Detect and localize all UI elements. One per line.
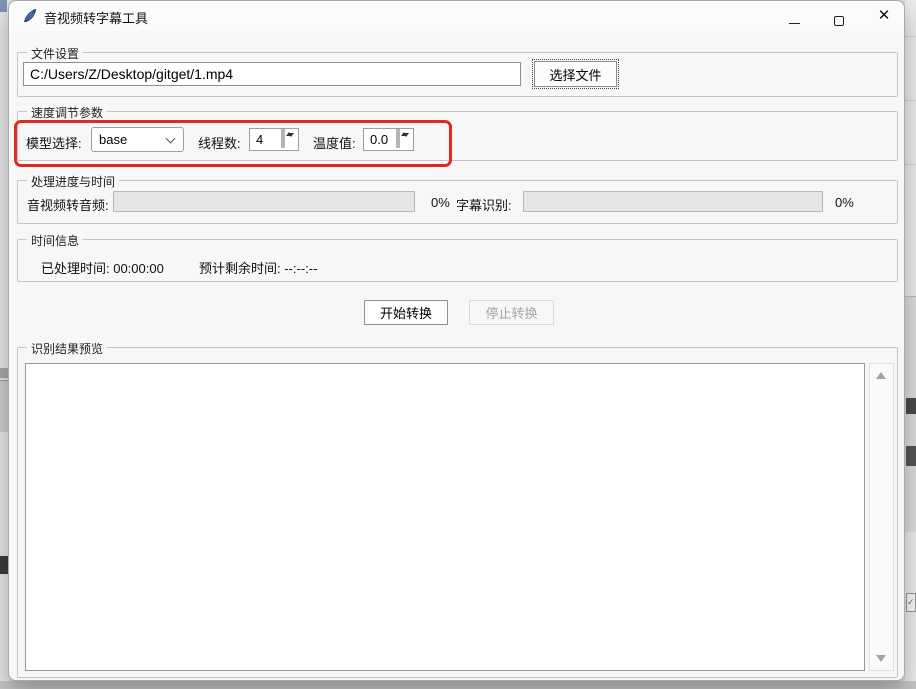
start-conversion-button[interactable]: 开始转换 (364, 300, 448, 325)
close-icon: ✕ (877, 7, 891, 24)
time-info-group-label: 时间信息 (27, 232, 84, 249)
audio-progress-percent: 0% (431, 195, 450, 210)
threads-label: 线程数: (198, 136, 241, 151)
subtitle-progress-bar (523, 191, 823, 212)
background-right-strip: ✓ (905, 0, 916, 689)
minimize-button[interactable] (777, 1, 811, 31)
model-combobox-value: base (99, 132, 128, 147)
elapsed-time-text: 已处理时间: 00:00:00 (41, 261, 164, 276)
recognition-preview-textarea[interactable] (25, 363, 865, 671)
background-glyph-fragment (906, 446, 916, 466)
audio-progress-label: 音视频转音频: (27, 198, 109, 213)
spinner-arrows (396, 129, 411, 149)
background-divider (905, 36, 916, 37)
temperature-label: 温度值: (313, 136, 356, 151)
temperature-value: 0.0 (370, 132, 389, 147)
scroll-up-icon[interactable] (876, 372, 886, 379)
spinner-arrows (281, 129, 296, 149)
maximize-button[interactable] (822, 1, 856, 31)
speed-params-group-label: 速度调节参数 (27, 104, 108, 121)
temperature-spinner[interactable]: 0.0 (363, 128, 414, 151)
file-settings-group-label: 文件设置 (27, 45, 84, 62)
background-block-fragment (905, 296, 916, 532)
spin-down-button[interactable] (283, 129, 294, 148)
remaining-time-text: 预计剩余时间: --:--:-- (199, 261, 318, 276)
background-checkbox-fragment: ✓ (906, 593, 916, 612)
arrow-down-icon (402, 132, 409, 137)
chevron-down-icon (165, 133, 176, 144)
tk-feather-icon (23, 8, 37, 23)
audio-progress-bar (113, 191, 415, 212)
close-button[interactable]: ✕ (867, 1, 901, 31)
subtitle-progress-label: 字幕识别: (456, 198, 512, 213)
background-divider (905, 164, 916, 165)
background-icon-fragment (0, 0, 7, 12)
model-select-label: 模型选择: (26, 136, 82, 151)
preview-group-label: 识别结果预览 (27, 340, 108, 357)
minimize-icon (788, 23, 800, 24)
title-bar[interactable]: 音视频转字幕工具 ✕ (9, 1, 904, 31)
file-path-input[interactable] (23, 62, 521, 86)
subtitle-progress-percent: 0% (835, 195, 854, 210)
select-file-button[interactable]: 选择文件 (532, 59, 619, 89)
scroll-down-icon[interactable] (876, 655, 886, 662)
model-combobox[interactable]: base (91, 127, 184, 152)
arrow-down-icon (287, 132, 294, 137)
app-window: 音视频转字幕工具 ✕ 文件设置 选择文件 速度调节参数 模型选择: base 线… (8, 0, 905, 681)
background-divider (905, 100, 916, 101)
progress-group-label: 处理进度与时间 (27, 173, 120, 190)
spin-down-button[interactable] (398, 129, 409, 148)
threads-spinner[interactable]: 4 (249, 128, 299, 151)
window-title: 音视频转字幕工具 (44, 11, 149, 26)
threads-value: 4 (256, 132, 264, 147)
background-glyph-fragment (906, 398, 916, 414)
preview-scrollbar[interactable] (869, 363, 894, 671)
background-bottom-strip (0, 681, 916, 689)
stop-conversion-button[interactable]: 停止转换 (469, 300, 554, 325)
maximize-icon (834, 16, 844, 26)
